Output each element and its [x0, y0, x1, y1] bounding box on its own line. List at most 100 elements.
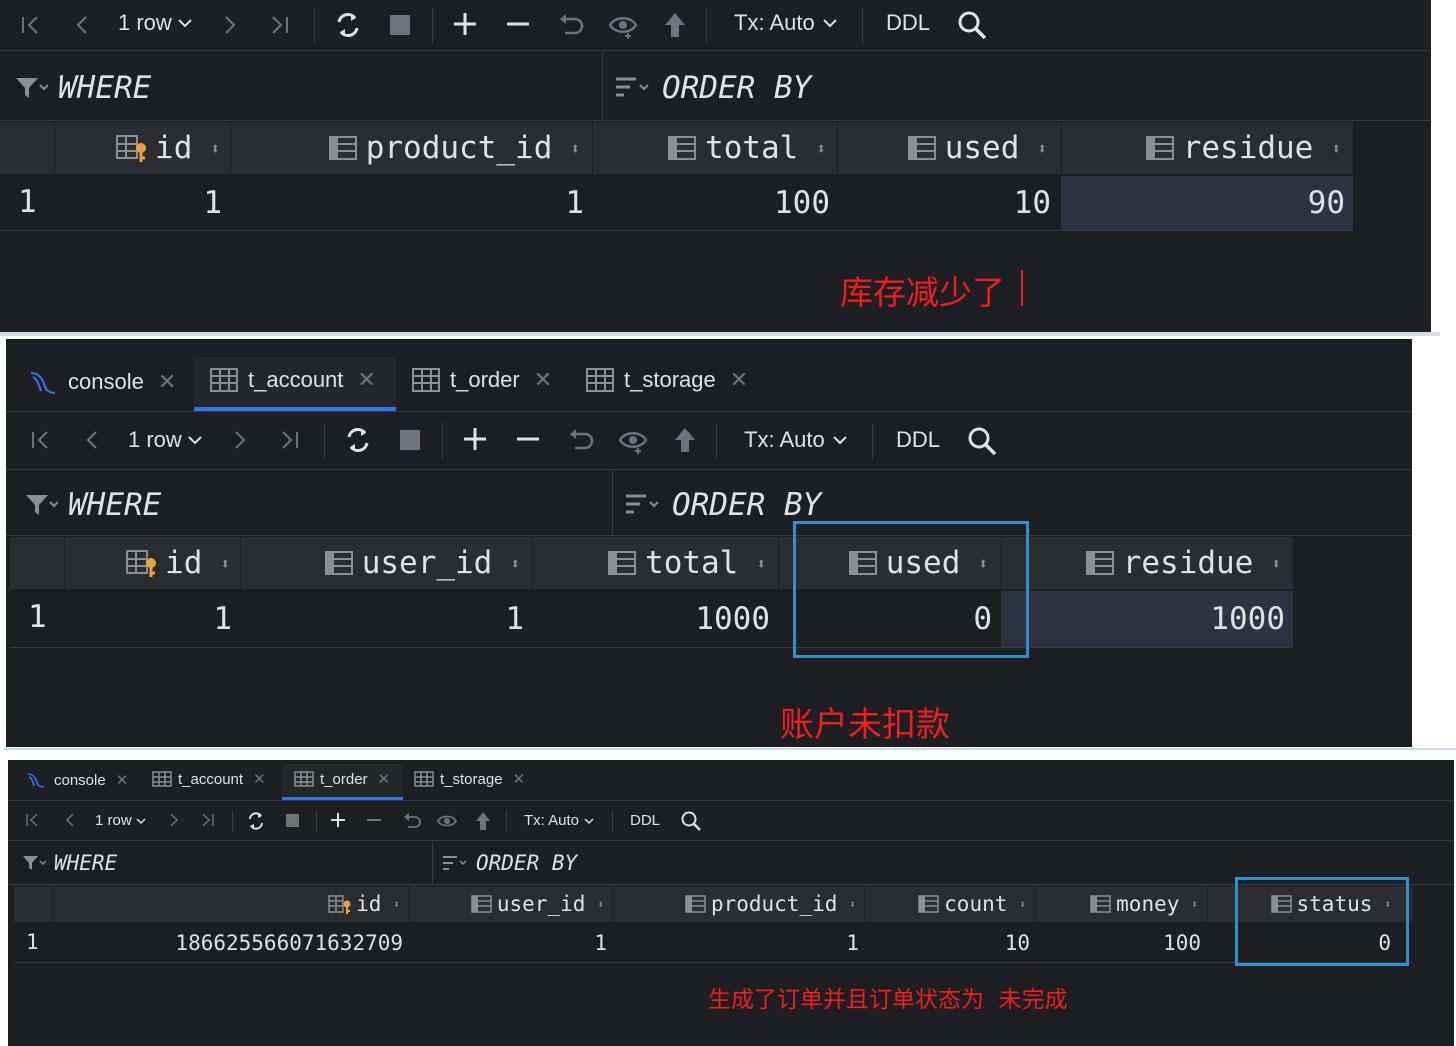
column-header-user-id[interactable]: user_id ⬍ — [240, 537, 520, 589]
column-header-used[interactable]: used ⬍ — [837, 122, 1047, 174]
sort-arrows-icon[interactable]: ⬍ — [1019, 898, 1026, 911]
first-page-icon[interactable] — [18, 13, 42, 37]
ddl-button[interactable]: DDL — [896, 427, 940, 453]
next-page-icon[interactable] — [218, 13, 242, 37]
table-cell[interactable]: 1 — [64, 591, 232, 647]
column-header-user-id[interactable]: user_id ⬍ — [409, 886, 604, 922]
where-filter[interactable]: WHERE — [24, 479, 161, 531]
tab-console[interactable]: console ✕ — [28, 367, 176, 397]
column-header-total[interactable]: total ⬍ — [532, 537, 766, 589]
order-by-filter[interactable]: ORDER BY — [614, 62, 811, 114]
column-header-product-id[interactable]: product_id ⬍ — [230, 122, 580, 174]
last-page-icon[interactable] — [200, 812, 216, 828]
refresh-icon[interactable] — [246, 811, 266, 831]
next-page-icon[interactable] — [166, 812, 182, 828]
remove-row-icon[interactable] — [515, 426, 541, 452]
sort-arrows-icon[interactable]: ⬍ — [1331, 139, 1341, 158]
tab-t-account[interactable]: t_account ✕ — [210, 367, 376, 393]
table-cell[interactable]: 1000 — [532, 591, 770, 647]
sort-arrows-icon[interactable]: ⬍ — [816, 139, 826, 158]
submit-icon[interactable] — [474, 811, 492, 831]
close-icon[interactable]: ✕ — [730, 367, 748, 393]
table-cell[interactable]: 1 — [230, 176, 584, 230]
sort-arrows-icon[interactable]: ⬍ — [756, 554, 766, 573]
tab-t-storage[interactable]: t_storage ✕ — [414, 770, 525, 788]
order-by-filter[interactable]: ORDER BY — [442, 848, 577, 878]
sort-arrows-icon[interactable]: ⬍ — [1271, 554, 1281, 573]
sort-arrows-icon[interactable]: ⬍ — [849, 898, 856, 911]
tab-t-order[interactable]: t_order ✕ — [412, 367, 552, 393]
sort-arrows-icon[interactable]: ⬍ — [1191, 898, 1198, 911]
table-cell[interactable]: 10 — [837, 176, 1051, 230]
table-row[interactable]: 1 186625566071632709 1 1 10 100 0 — [14, 924, 1412, 962]
tab-t-storage[interactable]: t_storage ✕ — [586, 367, 748, 393]
column-header-product-id[interactable]: product_id ⬍ — [612, 886, 856, 922]
add-row-icon[interactable] — [462, 426, 488, 452]
sort-arrows-icon[interactable]: ⬍ — [510, 554, 520, 573]
close-icon[interactable]: ✕ — [534, 367, 552, 393]
prev-page-icon[interactable] — [62, 812, 78, 828]
table-cell[interactable]: 186625566071632709 — [52, 924, 403, 962]
preview-icon[interactable] — [608, 11, 638, 41]
add-row-icon[interactable] — [452, 11, 478, 37]
column-header-id[interactable]: id ⬍ — [54, 122, 220, 174]
table-row[interactable]: 1 1 1 100 10 90 — [0, 176, 1353, 230]
column-header-residue[interactable]: residue ⬍ — [1061, 122, 1341, 174]
close-icon[interactable]: ✕ — [158, 369, 176, 395]
sort-arrows-icon[interactable]: ⬍ — [597, 898, 604, 911]
preview-icon[interactable] — [618, 426, 648, 456]
stop-icon[interactable] — [285, 813, 300, 828]
row-count-dropdown[interactable]: 1 row — [128, 427, 204, 453]
ddl-button[interactable]: DDL — [630, 812, 660, 829]
where-filter[interactable]: WHERE — [14, 62, 151, 114]
tab-console[interactable]: console ✕ — [26, 770, 128, 790]
next-page-icon[interactable] — [228, 428, 252, 452]
tx-mode-dropdown[interactable]: Tx: Auto — [524, 812, 595, 829]
column-header-total[interactable]: total ⬍ — [592, 122, 826, 174]
where-filter[interactable]: WHERE — [22, 848, 117, 878]
close-icon[interactable]: ✕ — [378, 770, 391, 788]
close-icon[interactable]: ✕ — [116, 771, 129, 789]
sort-arrows-icon[interactable]: ⬍ — [220, 554, 230, 573]
last-page-icon[interactable] — [278, 428, 302, 452]
row-count-dropdown[interactable]: 1 row — [95, 812, 147, 829]
close-icon[interactable]: ✕ — [253, 770, 266, 788]
sort-arrows-icon[interactable]: ⬍ — [1037, 139, 1047, 158]
search-icon[interactable] — [956, 9, 988, 41]
stop-icon[interactable] — [389, 14, 411, 36]
tab-t-order[interactable]: t_order ✕ — [294, 770, 390, 788]
search-icon[interactable] — [966, 425, 998, 457]
table-row[interactable]: 1 1 1 1000 0 1000 — [10, 591, 1293, 647]
search-icon[interactable] — [680, 810, 702, 832]
tx-mode-dropdown[interactable]: Tx: Auto — [734, 10, 839, 36]
remove-row-icon[interactable] — [505, 11, 531, 37]
table-cell[interactable]: 100 — [592, 176, 830, 230]
refresh-icon[interactable] — [344, 426, 372, 454]
table-cell-selected[interactable]: 90 — [1061, 176, 1353, 230]
tab-t-account[interactable]: t_account ✕ — [152, 770, 266, 788]
row-count-dropdown[interactable]: 1 row — [118, 10, 194, 36]
table-cell[interactable]: 1 — [409, 924, 607, 962]
column-header-id[interactable]: id ⬍ — [52, 886, 400, 922]
column-header-count[interactable]: count ⬍ — [864, 886, 1026, 922]
table-cell[interactable]: 100 — [1035, 924, 1201, 962]
submit-icon[interactable] — [662, 11, 688, 39]
order-by-filter[interactable]: ORDER BY — [624, 479, 821, 531]
prev-page-icon[interactable] — [70, 13, 94, 37]
first-page-icon[interactable] — [28, 428, 52, 452]
sort-arrows-icon[interactable]: ⬍ — [570, 139, 580, 158]
revert-icon[interactable] — [557, 11, 585, 39]
refresh-icon[interactable] — [334, 11, 362, 39]
last-page-icon[interactable] — [268, 13, 292, 37]
column-header-money[interactable]: money ⬍ — [1035, 886, 1198, 922]
table-cell[interactable]: 1 — [612, 924, 859, 962]
prev-page-icon[interactable] — [80, 428, 104, 452]
table-cell-selected[interactable]: 1000 — [1001, 591, 1293, 647]
first-page-icon[interactable] — [24, 812, 40, 828]
sort-arrows-icon[interactable]: ⬍ — [210, 139, 220, 158]
column-header-residue[interactable]: residue ⬍ — [1001, 537, 1281, 589]
ddl-button[interactable]: DDL — [886, 10, 930, 36]
tx-mode-dropdown[interactable]: Tx: Auto — [744, 427, 849, 453]
close-icon[interactable]: ✕ — [357, 367, 375, 393]
remove-row-icon[interactable] — [365, 811, 383, 829]
